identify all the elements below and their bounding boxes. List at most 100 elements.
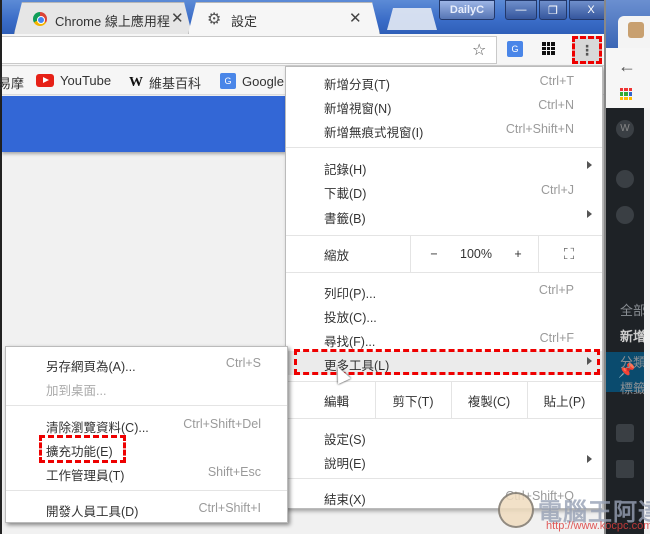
bookmark-youtube[interactable]: YouTube xyxy=(36,73,111,88)
menu-label: 另存網頁為(A)... xyxy=(46,360,136,374)
menu-shortcut: Ctrl+S xyxy=(225,356,261,370)
menu-label: 工作管理員(T) xyxy=(46,469,125,483)
divider xyxy=(538,236,539,272)
apps-extension-icon[interactable] xyxy=(542,42,555,55)
menu-label: 設定(S) xyxy=(324,433,366,447)
submenu-item-clear-browsing-data[interactable]: 清除瀏覽資料(C)... Ctrl+Shift+Del xyxy=(6,413,287,437)
submenu-arrow-icon xyxy=(587,161,592,169)
submenu-arrow-icon xyxy=(587,357,592,365)
pages-icon[interactable] xyxy=(616,460,634,478)
menu-item-history[interactable]: 記錄(H) xyxy=(286,155,602,179)
menu-label: 新增分頁(T) xyxy=(324,78,390,92)
settings-header xyxy=(2,96,286,152)
bookmark-item[interactable]: 易摩 xyxy=(0,73,24,92)
bookmark-google[interactable]: G Google xyxy=(220,73,284,89)
menu-label: 結束(X) xyxy=(324,493,366,507)
tab-settings[interactable]: ⚙ 設定 ✕ xyxy=(188,2,380,34)
cut-button[interactable]: 剪下(T) xyxy=(375,382,451,418)
chrome-main-menu: 新增分頁(T) Ctrl+T 新增視窗(N) Ctrl+N 新增無痕式視窗(I) Ct… xyxy=(285,66,603,509)
back-arrow-icon[interactable]: ← xyxy=(618,56,636,77)
menu-separator xyxy=(6,405,287,406)
menu-shortcut: Ctrl+J xyxy=(541,183,574,197)
sidebar-item-categories[interactable]: 分類 xyxy=(620,352,644,371)
google-translate-extension-icon[interactable]: G xyxy=(507,41,523,57)
chrome-webstore-icon xyxy=(33,12,47,26)
address-bar[interactable] xyxy=(2,36,497,64)
close-tab-icon[interactable]: ✕ xyxy=(171,9,184,27)
bookmark-wikipedia[interactable]: W 維基百科 xyxy=(129,73,201,92)
submenu-item-add-to-desktop: 加到桌面... xyxy=(6,376,287,400)
menu-item-help[interactable]: 說明(E) xyxy=(286,449,602,473)
menu-label: 說明(E) xyxy=(324,457,366,471)
menu-item-find[interactable]: 尋找(F)... Ctrl+F xyxy=(286,327,602,351)
menu-item-bookmarks[interactable]: 書籤(B) xyxy=(286,204,602,228)
menu-label: 下載(D) xyxy=(324,187,367,201)
submenu-arrow-icon xyxy=(587,210,592,218)
maximize-button[interactable]: ❐ xyxy=(539,0,567,20)
fullscreen-icon[interactable]: ⛶ xyxy=(552,236,586,272)
bookmark-star-icon[interactable]: ☆ xyxy=(472,40,486,60)
dashboard-icon[interactable] xyxy=(616,170,634,188)
copy-button[interactable]: 複製(C) xyxy=(451,382,527,418)
youtube-icon xyxy=(36,74,54,87)
menu-label: 新增無痕式視窗(I) xyxy=(324,126,424,140)
more-tools-submenu: 另存網頁為(A)... Ctrl+S 加到桌面... 清除瀏覽資料(C)... Ct… xyxy=(5,346,288,523)
menu-shortcut: Shift+Esc xyxy=(207,465,261,479)
apps-icon[interactable] xyxy=(620,88,632,100)
menu-separator xyxy=(6,490,287,491)
minimize-button[interactable]: — xyxy=(505,0,537,20)
menu-label: 列印(P)... xyxy=(324,287,377,301)
bookmark-label: Google xyxy=(242,73,284,89)
sidebar-item-tags[interactable]: 標籤 xyxy=(620,378,644,397)
edit-row: 編輯 剪下(T) 複製(C) 貼上(P) xyxy=(286,381,602,419)
jetpack-icon[interactable] xyxy=(616,206,634,224)
menu-shortcut: Ctrl+P xyxy=(538,283,574,297)
media-icon[interactable] xyxy=(616,424,634,442)
menu-label: 投放(C)... xyxy=(324,311,377,325)
new-tab-button[interactable] xyxy=(387,8,437,30)
menu-label: 清除瀏覽資料(C)... xyxy=(46,421,149,435)
window-controls: DailyC — ❐ X xyxy=(439,0,613,20)
site-favicon-icon xyxy=(628,22,644,38)
menu-label: 開發人員工具(D) xyxy=(46,505,139,519)
submenu-item-save-page[interactable]: 另存網頁為(A)... Ctrl+S xyxy=(6,352,287,376)
menu-item-new-incognito[interactable]: 新增無痕式視窗(I) Ctrl+Shift+N xyxy=(286,118,602,142)
menu-item-exit[interactable]: 結束(X) Ctrl+Shift+Q xyxy=(286,485,602,509)
bookmark-label: 維基百科 xyxy=(149,76,202,91)
sidebar-item-new[interactable]: 新增 xyxy=(620,326,644,345)
submenu-item-developer-tools[interactable]: 開發人員工具(D) Ctrl+Shift+I xyxy=(6,497,287,521)
menu-shortcut: Ctrl+Shift+Q xyxy=(505,489,574,503)
menu-shortcut: Ctrl+Shift+Del xyxy=(183,417,261,431)
tab-strip xyxy=(606,0,650,48)
menu-item-new-window[interactable]: 新增視窗(N) Ctrl+N xyxy=(286,94,602,118)
gear-icon: ⚙ xyxy=(207,11,222,28)
chrome-menu-button[interactable]: ⋮ xyxy=(572,36,602,64)
menu-item-new-tab[interactable]: 新增分頁(T) Ctrl+T xyxy=(286,70,602,94)
zoom-out-button[interactable]: − xyxy=(422,236,446,272)
submenu-item-task-manager[interactable]: 工作管理員(T) Shift+Esc xyxy=(6,461,287,485)
menu-shortcut: Ctrl+N xyxy=(538,98,574,112)
menu-label: 新增視窗(N) xyxy=(324,102,392,116)
menu-item-settings[interactable]: 設定(S) xyxy=(286,425,602,449)
paste-button[interactable]: 貼上(P) xyxy=(527,382,602,418)
second-browser-window: ← W 📌 全部 新增 分類 標籤 xyxy=(604,0,650,534)
bookmark-label: 易摩 xyxy=(0,76,25,91)
browser-toolbar: ☆ G ⋮ xyxy=(2,34,606,66)
zoom-in-button[interactable]: + xyxy=(506,236,530,272)
tab-webstore[interactable]: Chrome 線上應用程 ✕ xyxy=(14,2,192,34)
wordpress-logo-icon[interactable]: W xyxy=(616,120,634,138)
submenu-item-extensions[interactable]: 擴充功能(E) xyxy=(6,437,287,461)
close-tab-icon[interactable]: ✕ xyxy=(349,9,362,27)
zoom-level: 100% xyxy=(460,247,492,261)
zoom-row: 縮放 − 100% + ⛶ xyxy=(286,235,602,273)
sidebar-item-all[interactable]: 全部 xyxy=(620,300,644,319)
edit-label: 編輯 xyxy=(324,394,350,409)
menu-item-cast[interactable]: 投放(C)... xyxy=(286,303,602,327)
menu-separator xyxy=(286,147,602,148)
menu-shortcut: Ctrl+Shift+I xyxy=(198,501,261,515)
menu-item-downloads[interactable]: 下載(D) Ctrl+J xyxy=(286,179,602,203)
menu-label: 尋找(F)... xyxy=(324,335,376,349)
wordpress-admin-sidebar: W 📌 全部 新增 分類 標籤 xyxy=(606,108,644,534)
menu-item-print[interactable]: 列印(P)... Ctrl+P xyxy=(286,279,602,303)
menu-label: 加到桌面... xyxy=(46,384,107,398)
